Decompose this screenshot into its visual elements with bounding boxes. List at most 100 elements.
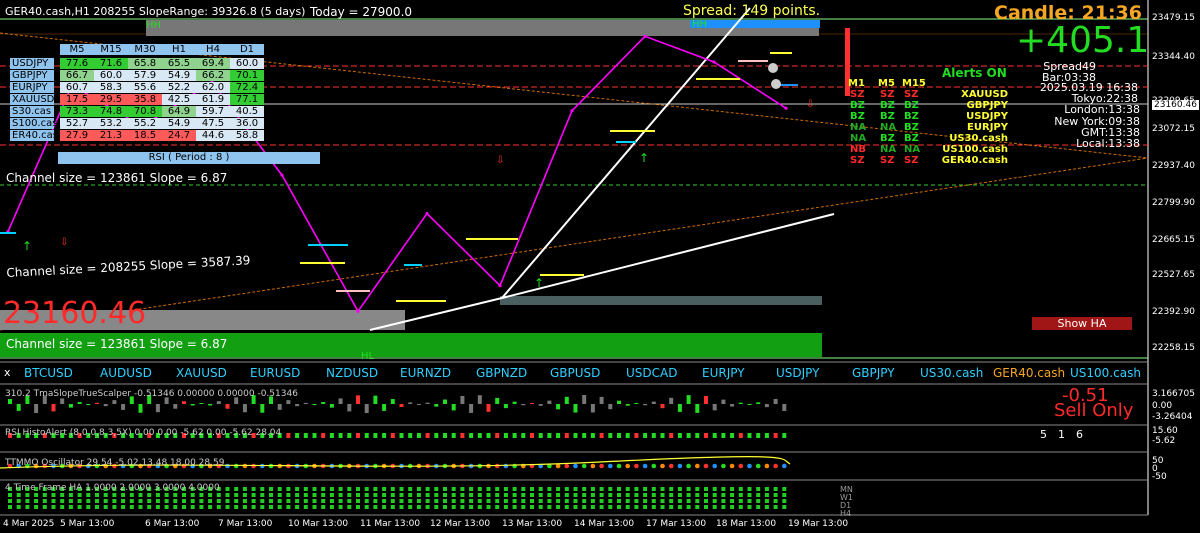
rsi-histo-bar bbox=[495, 433, 500, 438]
symbol-button-btcusd[interactable]: BTCUSD bbox=[24, 366, 73, 380]
symbol-button-gbpnzd[interactable]: GBPNZD bbox=[476, 366, 527, 380]
tmmo-dot bbox=[225, 463, 230, 469]
tf-ha-cell bbox=[503, 487, 508, 491]
tf-ha-cell bbox=[608, 505, 613, 509]
tf-ha-cell bbox=[295, 505, 300, 509]
symbol-button-us100-cash[interactable]: US100.cash bbox=[1070, 366, 1141, 380]
rsi-cell: 47.5 bbox=[196, 118, 230, 129]
rsi-cell: 71.6 bbox=[94, 58, 128, 69]
tf-ha-cell bbox=[399, 499, 404, 503]
symbol-button-usdjpy[interactable]: USDJPY bbox=[776, 366, 819, 380]
tf-ha-cell bbox=[216, 499, 221, 503]
rsi-cell: 52.7 bbox=[60, 118, 94, 129]
tf-ha-cell bbox=[408, 487, 413, 491]
tf-ha-cell bbox=[68, 499, 73, 503]
rsi-histo-bar bbox=[390, 433, 395, 438]
tf-ha-cell bbox=[86, 493, 91, 497]
symbol-button-ger40-cash[interactable]: GER40.cash bbox=[993, 366, 1065, 380]
tf-ha-cell bbox=[286, 493, 291, 497]
rsi-header-m30: M30 bbox=[128, 44, 162, 55]
tmmo-dot bbox=[573, 463, 578, 469]
alert-header-m15: M15 bbox=[902, 78, 926, 89]
tma-bar bbox=[625, 404, 630, 406]
rsi-cell: 64.9 bbox=[162, 106, 196, 117]
tf-ha-cell bbox=[443, 493, 447, 497]
rsi-cell: 70.8 bbox=[128, 106, 162, 117]
tf-ha-cell bbox=[234, 493, 239, 497]
tf-ha-cell bbox=[260, 487, 265, 491]
tf-ha-cell bbox=[51, 505, 56, 509]
tf-ha-cell bbox=[643, 493, 648, 497]
tmmo-dot bbox=[677, 463, 683, 469]
tf-ha-cell bbox=[147, 493, 152, 497]
rsi-histo-bar bbox=[434, 433, 439, 438]
tf-ha-cell bbox=[86, 499, 91, 503]
tf-ha-cell bbox=[556, 499, 561, 503]
tma-bar bbox=[677, 404, 682, 412]
tma-bar bbox=[121, 404, 126, 410]
tf-ha-cell bbox=[277, 487, 282, 491]
symbol-button-audusd[interactable]: AUDUSD bbox=[100, 366, 152, 380]
tf-ha-cell bbox=[556, 493, 561, 497]
tma-signal: Sell Only bbox=[1054, 400, 1134, 421]
symbol-button-usdcad[interactable]: USDCAD bbox=[626, 366, 677, 380]
tf-ha-cell bbox=[190, 493, 195, 497]
symbol-button-nzdusd[interactable]: NZDUSD bbox=[326, 366, 378, 380]
tma-bar bbox=[503, 404, 508, 409]
tf-ha-cell bbox=[486, 487, 491, 491]
tma-bar bbox=[95, 402, 99, 404]
tf-ha-cell bbox=[234, 505, 239, 509]
rsi-histo-bar bbox=[295, 433, 300, 438]
alert-symbol: GBPJPY bbox=[966, 100, 1008, 111]
tf-ha-cell bbox=[225, 499, 230, 503]
symbol-bar-close-icon[interactable]: x bbox=[4, 366, 11, 379]
tf-ha-cell bbox=[686, 487, 691, 491]
tf-ha-cell bbox=[182, 493, 186, 497]
symbol-button-us30-cash[interactable]: US30.cash bbox=[920, 366, 983, 380]
tf-ha-cell bbox=[338, 493, 343, 497]
symbol-button-gbpusd[interactable]: GBPUSD bbox=[550, 366, 600, 380]
rsi-histo-bar bbox=[451, 433, 456, 438]
tf-ha-cell bbox=[764, 505, 769, 509]
symbol-button-eurnzd[interactable]: EURNZD bbox=[400, 366, 451, 380]
tma-bar bbox=[347, 404, 352, 412]
rsi-histo-val-1: 5 bbox=[1040, 428, 1047, 441]
symbol-button-eurjpy[interactable]: EURJPY bbox=[702, 366, 745, 380]
tf-ha-cell bbox=[121, 499, 126, 503]
tf-ha-cell bbox=[512, 505, 517, 509]
rsi-cell: 55.2 bbox=[128, 118, 162, 129]
tma-bar bbox=[521, 404, 526, 406]
tf-ha-cell bbox=[129, 493, 134, 497]
tma-bar bbox=[68, 404, 73, 408]
tma-bar bbox=[77, 402, 82, 404]
tf-ha-cell bbox=[564, 487, 569, 491]
tf-ha-cell bbox=[721, 493, 726, 497]
tf-ha-cell bbox=[8, 493, 12, 497]
rsi-histo-bar bbox=[686, 433, 691, 438]
tma-bar bbox=[538, 404, 543, 406]
tf-ha-cell bbox=[512, 499, 517, 503]
tf-ha-cell bbox=[704, 505, 708, 509]
tf-ha-cell bbox=[42, 499, 47, 503]
tf-ha-cell bbox=[399, 487, 404, 491]
signal-bar bbox=[404, 264, 422, 266]
tmmo-dot bbox=[747, 463, 752, 469]
tma-bar bbox=[469, 404, 474, 413]
rsi-cell: 42.5 bbox=[162, 94, 196, 105]
tf-ha-cell bbox=[295, 487, 300, 491]
tf-ha-cell bbox=[303, 493, 308, 497]
symbol-button-eurusd[interactable]: EURUSD bbox=[250, 366, 300, 380]
rsi-histo-bar bbox=[764, 433, 769, 438]
tmmo-dot bbox=[668, 463, 674, 469]
tma-bar bbox=[634, 402, 639, 404]
rsi-histo-bar bbox=[564, 433, 569, 438]
tf-ha-cell bbox=[216, 505, 221, 509]
tf-ha-cell bbox=[8, 499, 12, 503]
rsi-histo-bar bbox=[425, 433, 430, 438]
alert-cell: NA bbox=[850, 122, 867, 133]
symbol-button-xauusd[interactable]: XAUUSD bbox=[176, 366, 227, 380]
tf-ha-cell bbox=[147, 499, 152, 503]
show-ha-button[interactable]: Show HA bbox=[1032, 317, 1132, 330]
symbol-button-gbpjpy[interactable]: GBPJPY bbox=[852, 366, 895, 380]
rsi-histo-bar bbox=[582, 433, 587, 438]
